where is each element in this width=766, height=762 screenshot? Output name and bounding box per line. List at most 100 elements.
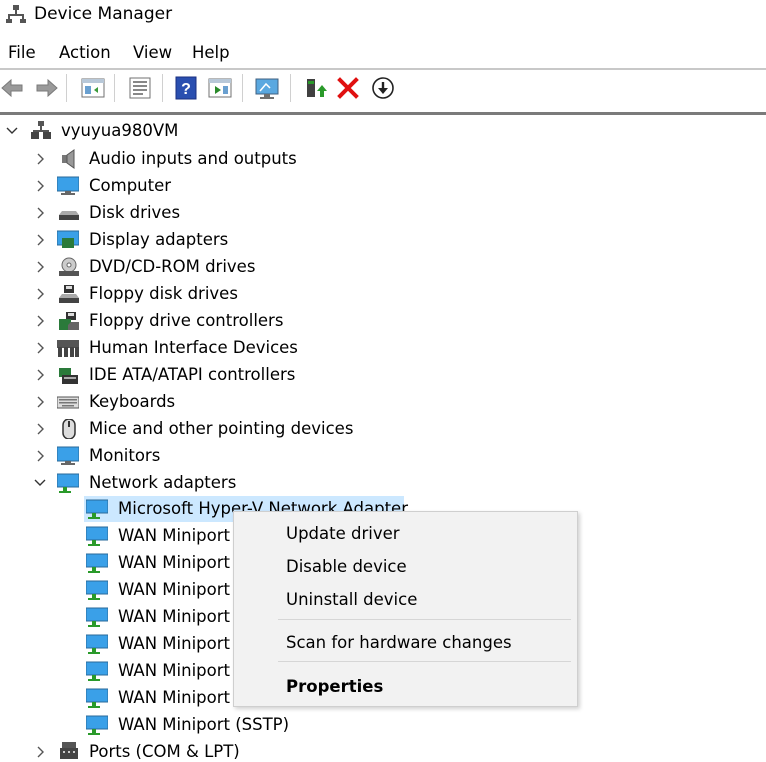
disk-drive-icon bbox=[59, 211, 79, 220]
category-label: IDE ATA/ATAPI controllers bbox=[89, 365, 296, 384]
device-label: WAN Miniport bbox=[118, 688, 230, 707]
show-hide-tree-icon[interactable] bbox=[80, 75, 106, 101]
category-label: Human Interface Devices bbox=[89, 338, 298, 357]
device-label: WAN Miniport bbox=[118, 553, 230, 572]
context-menu: Update driver Disable device Uninstall d… bbox=[233, 511, 578, 707]
speaker-icon bbox=[62, 149, 75, 169]
computer-root-icon bbox=[31, 121, 51, 139]
chevron-right-icon[interactable] bbox=[34, 308, 48, 334]
menu-item-properties[interactable]: Properties bbox=[286, 675, 383, 699]
menu-separator bbox=[278, 661, 571, 662]
keyboard-icon bbox=[57, 396, 79, 409]
network-adapter-icon bbox=[86, 607, 108, 627]
menu-file[interactable]: File bbox=[8, 40, 36, 66]
menu-item-scan-hardware[interactable]: Scan for hardware changes bbox=[286, 631, 512, 655]
title-bar: Device Manager bbox=[0, 0, 766, 30]
device-manager-window: Device Manager File Action View Help ? v… bbox=[0, 0, 766, 762]
properties-icon[interactable] bbox=[127, 75, 153, 101]
download-icon[interactable] bbox=[370, 75, 396, 101]
toolbar-separator bbox=[162, 74, 163, 102]
chevron-right-icon[interactable] bbox=[34, 389, 48, 415]
mouse-icon bbox=[62, 419, 76, 439]
menu-item-update-driver[interactable]: Update driver bbox=[286, 522, 400, 546]
computer-icon bbox=[57, 176, 79, 195]
menu-help[interactable]: Help bbox=[192, 40, 230, 66]
chevron-right-icon[interactable] bbox=[34, 146, 48, 172]
chevron-right-icon[interactable] bbox=[34, 173, 48, 199]
tree-category-expanded[interactable]: Network adapters bbox=[0, 470, 400, 496]
tree-category[interactable]: Monitors bbox=[0, 443, 400, 469]
chevron-right-icon[interactable] bbox=[34, 227, 48, 253]
tree-category[interactable]: DVD/CD-ROM drives bbox=[0, 254, 400, 280]
toolbar-separator bbox=[66, 74, 67, 102]
chevron-right-icon[interactable] bbox=[34, 739, 48, 762]
menu-view[interactable]: View bbox=[133, 40, 172, 66]
chevron-right-icon[interactable] bbox=[34, 416, 48, 442]
floppy-controller-icon bbox=[59, 312, 79, 330]
category-label: Computer bbox=[89, 176, 172, 195]
chevron-right-icon[interactable] bbox=[34, 443, 48, 469]
tree-category[interactable]: Ports (COM & LPT) bbox=[0, 739, 400, 762]
uninstall-icon[interactable] bbox=[335, 75, 361, 101]
tree-category[interactable]: Disk drives bbox=[0, 200, 400, 226]
tree-category[interactable]: Computer bbox=[0, 173, 400, 199]
chevron-right-icon[interactable] bbox=[34, 335, 48, 361]
network-adapter-icon bbox=[86, 526, 108, 546]
category-label: Mice and other pointing devices bbox=[89, 419, 354, 438]
category-label: Ports (COM & LPT) bbox=[89, 742, 240, 761]
monitor-scan-icon[interactable] bbox=[254, 75, 280, 101]
chevron-right-icon[interactable] bbox=[34, 200, 48, 226]
menu-item-disable-device[interactable]: Disable device bbox=[286, 555, 407, 579]
menu-action[interactable]: Action bbox=[59, 40, 111, 66]
device-label: WAN Miniport bbox=[118, 580, 230, 599]
hid-icon bbox=[57, 340, 79, 357]
device-manager-icon bbox=[6, 5, 26, 23]
tree-category[interactable]: Floppy disk drives bbox=[0, 281, 400, 307]
network-adapter-icon bbox=[86, 715, 108, 735]
device-label: WAN Miniport bbox=[118, 634, 230, 653]
toolbar-separator bbox=[114, 74, 115, 102]
category-label: Floppy disk drives bbox=[89, 284, 238, 303]
window-title: Device Manager bbox=[34, 4, 173, 24]
help-icon[interactable]: ? bbox=[173, 75, 199, 101]
chevron-down-icon[interactable] bbox=[33, 470, 47, 496]
tree-root[interactable]: vyuyua980VM bbox=[0, 118, 300, 144]
tree-category[interactable]: Mice and other pointing devices bbox=[0, 416, 400, 442]
chevron-right-icon[interactable] bbox=[34, 362, 48, 388]
port-icon bbox=[60, 742, 78, 759]
chevron-right-icon[interactable] bbox=[34, 254, 48, 280]
chevron-down-icon[interactable] bbox=[5, 118, 19, 144]
root-label: vyuyua980VM bbox=[61, 121, 179, 140]
toolbar-separator bbox=[290, 74, 291, 102]
network-adapter-icon bbox=[86, 499, 108, 519]
category-label: DVD/CD-ROM drives bbox=[89, 257, 256, 276]
ide-controller-icon bbox=[59, 368, 78, 384]
tree-category[interactable]: Audio inputs and outputs bbox=[0, 146, 400, 172]
device-label: WAN Miniport bbox=[118, 607, 230, 626]
category-label: Disk drives bbox=[89, 203, 181, 222]
tree-category[interactable]: Floppy drive controllers bbox=[0, 308, 400, 334]
tree-category[interactable]: Display adapters bbox=[0, 227, 400, 253]
toolbar-separator bbox=[242, 74, 243, 102]
dvd-icon bbox=[59, 257, 79, 276]
tree-device[interactable]: WAN Miniport (SSTP) bbox=[0, 712, 320, 738]
chevron-right-icon[interactable] bbox=[34, 281, 48, 307]
menu-separator bbox=[278, 619, 571, 620]
tree-category[interactable]: IDE ATA/ATAPI controllers bbox=[0, 362, 400, 388]
tree-category[interactable]: Keyboards bbox=[0, 389, 400, 415]
tree-category[interactable]: Human Interface Devices bbox=[0, 335, 400, 361]
network-adapter-icon bbox=[86, 634, 108, 654]
forward-arrow-icon[interactable] bbox=[33, 75, 59, 101]
update-driver-icon[interactable] bbox=[303, 75, 329, 101]
menu-bar: File Action View Help bbox=[0, 40, 766, 68]
network-adapter-icon bbox=[86, 580, 108, 600]
back-arrow-icon[interactable] bbox=[0, 75, 26, 101]
menu-item-uninstall-device[interactable]: Uninstall device bbox=[286, 588, 417, 612]
floppy-icon bbox=[59, 285, 79, 303]
display-adapter-icon bbox=[57, 230, 79, 248]
run-icon[interactable] bbox=[207, 75, 233, 101]
device-label: WAN Miniport bbox=[118, 526, 230, 545]
toolbar-bottom-border bbox=[0, 112, 766, 115]
category-label: Monitors bbox=[89, 446, 161, 465]
monitor-icon bbox=[57, 446, 79, 465]
